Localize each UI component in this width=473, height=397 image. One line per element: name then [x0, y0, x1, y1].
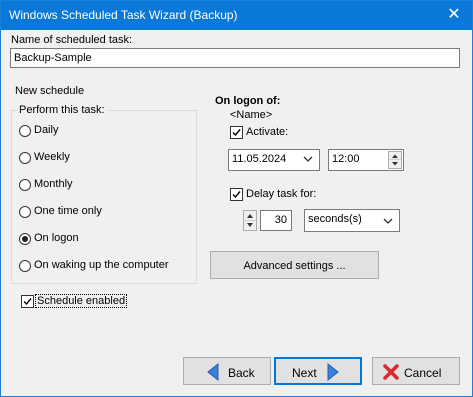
chevron-down-icon [303, 156, 313, 162]
wizard-window: Windows Scheduled Task Wizard (Backup) ✕… [0, 0, 473, 397]
new-schedule-label: New schedule [15, 85, 85, 97]
next-button[interactable]: Next [274, 357, 362, 385]
red-x-icon [383, 364, 399, 380]
radio-selected-dot [22, 236, 28, 242]
task-name-value: Backup-Sample [14, 52, 92, 64]
check-mark-icon [232, 191, 241, 199]
delay-spin-up-icon[interactable] [244, 211, 256, 221]
arrow-left-icon [207, 363, 219, 381]
chevron-down-icon [383, 218, 393, 224]
radio-button[interactable] [19, 125, 31, 137]
radio-label[interactable]: One time only [34, 205, 102, 217]
time-spin-down-icon[interactable] [389, 160, 401, 168]
date-value: 11.05.2024 [232, 153, 287, 165]
schedule-enabled-checkbox[interactable] [21, 295, 34, 308]
radio-label[interactable]: On logon [34, 232, 79, 244]
radio-button[interactable] [19, 260, 31, 272]
time-spinner[interactable] [388, 151, 402, 169]
next-label: Next [292, 366, 317, 380]
radio-label[interactable]: Weekly [34, 151, 70, 163]
radio-button[interactable] [19, 152, 31, 164]
radio-label[interactable]: On waking up the computer [34, 259, 169, 271]
title-bar: Windows Scheduled Task Wizard (Backup) ✕ [1, 1, 472, 30]
delay-checkbox[interactable] [230, 188, 243, 201]
radio-button[interactable] [19, 206, 31, 218]
delay-unit-select[interactable]: seconds(s) [304, 209, 400, 232]
cancel-button[interactable]: Cancel [372, 357, 460, 385]
time-spin-up-icon[interactable] [389, 152, 401, 160]
activate-label: Activate: [246, 126, 289, 138]
back-label: Back [228, 366, 255, 380]
date-picker[interactable]: 11.05.2024 [228, 149, 320, 171]
advanced-settings-label: Advanced settings ... [243, 260, 346, 272]
activate-checkbox[interactable] [230, 126, 243, 139]
close-icon[interactable]: ✕ [442, 3, 466, 27]
logon-user: <Name> [230, 109, 273, 121]
delay-label: Delay task for: [246, 188, 317, 200]
logon-heading: On logon of: [215, 95, 281, 107]
delay-spinner[interactable] [243, 210, 257, 231]
arrow-right-icon [327, 363, 339, 381]
perform-task-group [11, 110, 197, 284]
task-name-label: Name of scheduled task: [11, 34, 133, 46]
delay-value-input[interactable]: 30 [260, 210, 292, 231]
schedule-enabled-label[interactable]: Schedule enabled [34, 294, 128, 308]
radio-button[interactable] [19, 179, 31, 191]
check-mark-icon [23, 298, 32, 306]
task-name-input[interactable]: Backup-Sample [10, 48, 460, 68]
radio-button[interactable] [19, 233, 31, 245]
advanced-settings-button[interactable]: Advanced settings ... [210, 251, 379, 279]
back-button[interactable]: Back [183, 357, 271, 385]
delay-value: 30 [274, 214, 287, 226]
delay-unit-value: seconds(s) [308, 213, 362, 225]
cancel-label: Cancel [404, 366, 442, 380]
radio-label[interactable]: Daily [34, 124, 58, 136]
window-title: Windows Scheduled Task Wizard (Backup) [9, 8, 238, 22]
delay-spin-down-icon[interactable] [244, 221, 256, 231]
time-value: 12:00 [332, 153, 360, 165]
check-mark-icon [232, 129, 241, 137]
perform-task-group-title: Perform this task: [17, 104, 107, 116]
radio-label[interactable]: Monthly [34, 178, 73, 190]
